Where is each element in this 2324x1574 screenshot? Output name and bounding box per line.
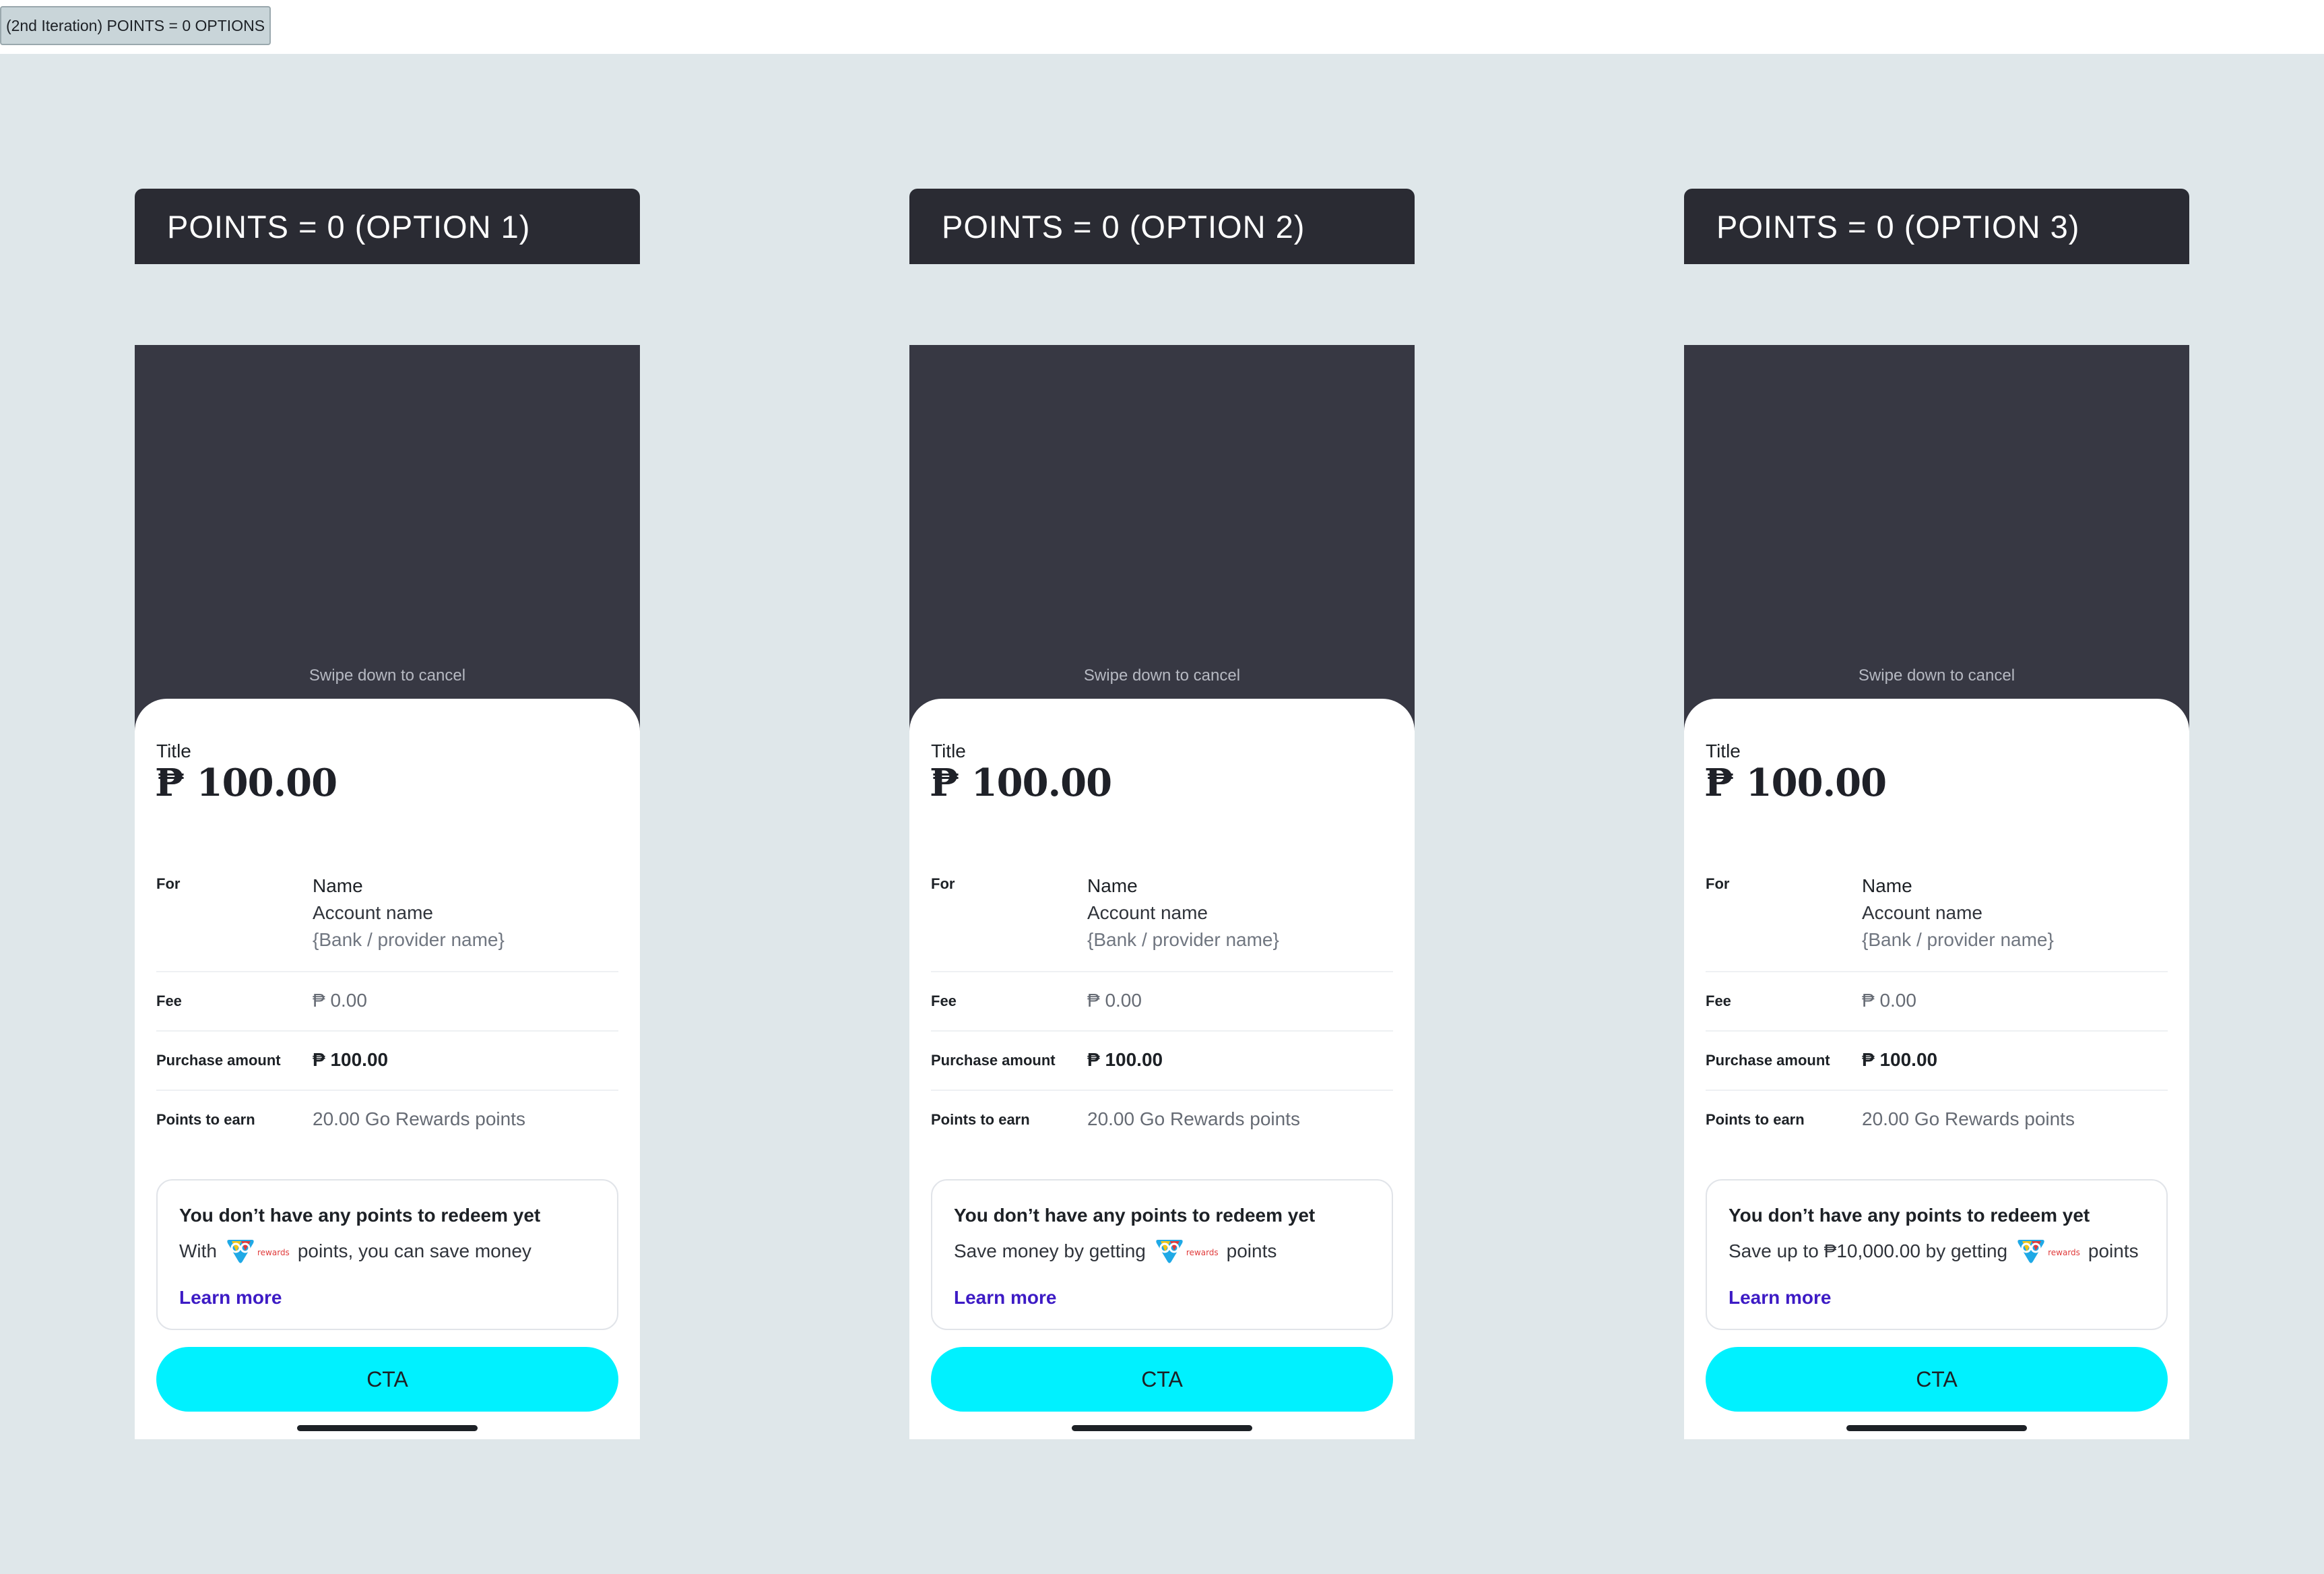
bank-name: {Bank / provider name} bbox=[1087, 929, 1279, 950]
info-text-before: Save up to ₱10,000.00 by getting bbox=[1729, 1240, 2008, 1261]
for-label: For bbox=[1706, 875, 1730, 892]
account-name: Account name bbox=[1087, 902, 1208, 923]
bottom-sheet: Title ₱ 100.00 For Name Account name {Ba… bbox=[1684, 699, 2189, 1439]
cta-button[interactable]: CTA bbox=[156, 1347, 618, 1412]
cta-button[interactable]: CTA bbox=[1706, 1347, 2168, 1412]
points-value: 20.00 Go Rewards points bbox=[313, 1108, 525, 1129]
info-text-before: With bbox=[179, 1240, 217, 1261]
go-rewards-logo-icon: rewards bbox=[1154, 1237, 1219, 1265]
bank-name: {Bank / provider name} bbox=[1862, 929, 2054, 950]
cta-button[interactable]: CTA bbox=[931, 1347, 1393, 1412]
points-label: Points to earn bbox=[1706, 1111, 1805, 1128]
for-row: For Name Account name {Bank / provider n… bbox=[1706, 820, 2168, 972]
bottom-sheet: Title ₱ 100.00 For Name Account name {Ba… bbox=[135, 699, 640, 1439]
sheet-title: Title bbox=[156, 741, 191, 761]
purchase-label: Purchase amount bbox=[931, 1052, 1056, 1069]
fee-label: Fee bbox=[1706, 993, 1731, 1009]
info-text-after: points bbox=[1226, 1240, 1277, 1261]
info-title: You don’t have any points to redeem yet bbox=[954, 1205, 1316, 1226]
purchase-value: ₱ 100.00 bbox=[1087, 1049, 1163, 1070]
info-title: You don’t have any points to redeem yet bbox=[1729, 1205, 2090, 1226]
go-rewards-wordmark: rewards bbox=[257, 1248, 290, 1257]
swipe-hint: Swipe down to cancel bbox=[1858, 666, 2015, 685]
learn-more-link[interactable]: Learn more bbox=[179, 1287, 282, 1309]
info-message: Save up to ₱10,000.00 by getting rewards… bbox=[1729, 1237, 2139, 1265]
go-rewards-wordmark: rewards bbox=[1186, 1248, 1219, 1257]
for-label: For bbox=[156, 875, 181, 892]
purchase-row: Purchase amount ₱ 100.00 bbox=[931, 1030, 1393, 1091]
go-rewards-logo-icon: rewards bbox=[225, 1237, 290, 1265]
option-header: POINTS = 0 (OPTION 3) bbox=[1684, 189, 2189, 264]
phone-screen: Swipe down to cancel Title ₱ 100.00 For … bbox=[135, 345, 640, 1439]
sheet-amount: ₱ 100.00 bbox=[1704, 761, 1887, 805]
info-text-after: points bbox=[2088, 1240, 2139, 1261]
for-label: For bbox=[931, 875, 955, 892]
points-label: Points to earn bbox=[156, 1111, 255, 1128]
swipe-hint: Swipe down to cancel bbox=[309, 666, 466, 685]
account-name: Account name bbox=[1862, 902, 1982, 923]
top-bar: (2nd Iteration) POINTS = 0 OPTIONS bbox=[0, 0, 2324, 54]
purchase-value: ₱ 100.00 bbox=[1862, 1049, 1938, 1070]
points-row: Points to earn 20.00 Go Rewards points bbox=[156, 1090, 618, 1149]
for-row: For Name Account name {Bank / provider n… bbox=[931, 820, 1393, 972]
sheet-amount: ₱ 100.00 bbox=[930, 761, 1112, 805]
sheet-title: Title bbox=[1706, 741, 1741, 761]
points-value: 20.00 Go Rewards points bbox=[1087, 1108, 1300, 1129]
fee-row: Fee ₱ 0.00 bbox=[1706, 971, 2168, 1032]
fee-row: Fee ₱ 0.00 bbox=[156, 971, 618, 1032]
points-value: 20.00 Go Rewards points bbox=[1862, 1108, 2075, 1129]
info-text-before: Save money by getting bbox=[954, 1240, 1146, 1261]
bank-name: {Bank / provider name} bbox=[313, 929, 505, 950]
info-title: You don’t have any points to redeem yet bbox=[179, 1205, 541, 1226]
recipient-name: Name bbox=[1862, 875, 1912, 896]
sheet-amount: ₱ 100.00 bbox=[155, 761, 337, 805]
learn-more-link[interactable]: Learn more bbox=[954, 1287, 1057, 1309]
no-points-card: You don’t have any points to redeem yet … bbox=[1706, 1179, 2168, 1330]
phone-screen: Swipe down to cancel Title ₱ 100.00 For … bbox=[909, 345, 1415, 1439]
account-name: Account name bbox=[313, 902, 433, 923]
fee-value: ₱ 0.00 bbox=[1862, 990, 1916, 1011]
home-indicator bbox=[1846, 1425, 2027, 1431]
points-row: Points to earn 20.00 Go Rewards points bbox=[1706, 1090, 2168, 1149]
recipient-name: Name bbox=[1087, 875, 1138, 896]
info-message: With rewards points, you can save money bbox=[179, 1237, 531, 1265]
purchase-label: Purchase amount bbox=[1706, 1052, 1830, 1069]
phone-screen: Swipe down to cancel Title ₱ 100.00 For … bbox=[1684, 345, 2189, 1439]
purchase-value: ₱ 100.00 bbox=[313, 1049, 389, 1070]
info-text-after: points, you can save money bbox=[297, 1240, 531, 1261]
swipe-hint: Swipe down to cancel bbox=[1083, 666, 1241, 685]
option-header: POINTS = 0 (OPTION 1) bbox=[135, 189, 640, 264]
no-points-card: You don’t have any points to redeem yet … bbox=[156, 1179, 618, 1330]
points-label: Points to earn bbox=[931, 1111, 1030, 1128]
learn-more-link[interactable]: Learn more bbox=[1729, 1287, 1832, 1309]
fee-label: Fee bbox=[931, 993, 957, 1009]
for-row: For Name Account name {Bank / provider n… bbox=[156, 820, 618, 972]
option-header: POINTS = 0 (OPTION 2) bbox=[909, 189, 1415, 264]
fee-value: ₱ 0.00 bbox=[313, 990, 367, 1011]
go-rewards-logo-icon: rewards bbox=[2015, 1237, 2080, 1265]
purchase-row: Purchase amount ₱ 100.00 bbox=[156, 1030, 618, 1091]
home-indicator bbox=[1072, 1425, 1252, 1431]
go-rewards-wordmark: rewards bbox=[2048, 1248, 2080, 1257]
recipient-name: Name bbox=[313, 875, 363, 896]
sheet-title: Title bbox=[931, 741, 966, 761]
purchase-row: Purchase amount ₱ 100.00 bbox=[1706, 1030, 2168, 1091]
fee-row: Fee ₱ 0.00 bbox=[931, 971, 1393, 1032]
home-indicator bbox=[297, 1425, 478, 1431]
no-points-card: You don’t have any points to redeem yet … bbox=[931, 1179, 1393, 1330]
purchase-label: Purchase amount bbox=[156, 1052, 281, 1069]
fee-value: ₱ 0.00 bbox=[1087, 990, 1142, 1011]
bottom-sheet: Title ₱ 100.00 For Name Account name {Ba… bbox=[909, 699, 1415, 1439]
frame-label[interactable]: (2nd Iteration) POINTS = 0 OPTIONS bbox=[0, 6, 271, 45]
info-message: Save money by getting rewards points bbox=[954, 1237, 1277, 1265]
points-row: Points to earn 20.00 Go Rewards points bbox=[931, 1090, 1393, 1149]
fee-label: Fee bbox=[156, 993, 182, 1009]
